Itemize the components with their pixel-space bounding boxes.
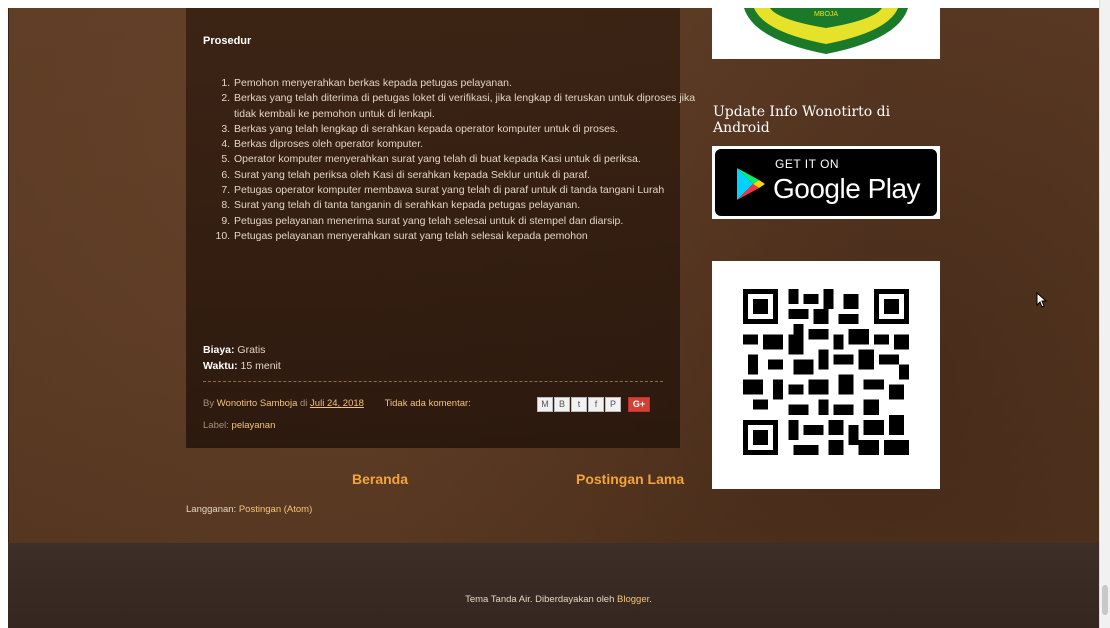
mouse-cursor-icon (1036, 292, 1048, 308)
list-item: Surat yang telah periksa oleh Kasi di se… (233, 168, 699, 183)
qr-code-widget (712, 261, 940, 489)
older-posts-link[interactable]: Postingan Lama (576, 471, 684, 487)
post-labels: Label: pelayanan (203, 420, 275, 431)
author-link[interactable]: Wonotirto Samboja (217, 398, 298, 409)
list-item: Berkas yang telah diterima di petugas lo… (233, 91, 699, 122)
home-link[interactable]: Beranda (352, 471, 408, 487)
label-link[interactable]: pelayanan (232, 420, 276, 431)
android-widget-title: Update Info Wonotirto di Android (713, 104, 891, 136)
play-store-icon (737, 168, 765, 200)
page-scrollbar[interactable] (1099, 0, 1110, 628)
post-date-link[interactable]: Juli 24, 2018 (310, 398, 364, 409)
blog-share-icon[interactable]: B (554, 397, 570, 412)
by-prefix: By (203, 398, 217, 409)
list-item: Petugas pelayanan menerima surat yang te… (233, 214, 699, 229)
list-item: Pemohon menyerahkan berkas kepada petuga… (233, 76, 699, 91)
atom-feed-link[interactable]: Postingan (Atom) (239, 504, 312, 515)
google-play-badge-inner: GET IT ON Google Play (715, 149, 937, 216)
google-play-badge[interactable]: GET IT ON Google Play (712, 146, 940, 219)
list-item: Operator komputer menyerahkan surat yang… (233, 152, 699, 167)
blogger-link[interactable]: Blogger (617, 594, 649, 605)
label-prefix: Label: (203, 420, 232, 431)
time-value: 15 menit (237, 360, 281, 372)
facebook-share-icon[interactable]: f (588, 397, 604, 412)
cost-label: Biaya: (203, 344, 235, 356)
procedure-list: Pemohon menyerahkan berkas kepada petuga… (203, 76, 699, 244)
footer-text: Tema Tanda Air. Diberdayakan oleh (465, 594, 618, 605)
footer-suffix: . (649, 594, 652, 605)
google-play-text: Google Play (773, 173, 921, 204)
comments-link[interactable]: Tidak ada komentar: (385, 398, 471, 409)
footer-attribution: Tema Tanda Air. Diberdayakan oleh Blogge… (0, 594, 1110, 605)
post-byline: By Wonotirto Samboja di Juli 24, 2018 Ti… (203, 398, 471, 409)
post-divider (203, 381, 663, 382)
pinterest-share-icon[interactable]: P (605, 397, 621, 412)
share-buttons: M B t f P G+ (537, 397, 650, 412)
subscribe-line: Langganan: Postingan (Atom) (186, 504, 312, 515)
cost-line: Biaya: Gratis (203, 344, 265, 356)
footer-band (8, 543, 1099, 628)
time-line: Waktu: 15 menit (203, 360, 281, 372)
list-item: Surat yang telah di tanta tanganin di se… (233, 198, 699, 213)
google-plus-button[interactable]: G+ (628, 397, 650, 412)
post-heading: Prosedur (203, 35, 252, 47)
time-label: Waktu: (203, 360, 238, 372)
list-item: Petugas pelayanan menyerahkan surat yang… (233, 229, 699, 244)
logo-text: MBOJA (814, 11, 838, 18)
di-text: di (297, 398, 311, 409)
logo-widget: MBOJA (712, 8, 940, 59)
emblem-logo: MBOJA (744, 8, 908, 54)
subscribe-prefix: Langganan: (186, 504, 239, 515)
email-share-icon[interactable]: M (537, 397, 553, 412)
list-item: Berkas yang telah lengkap di serahkan ke… (233, 122, 699, 137)
list-item: Petugas operator komputer membawa surat … (233, 183, 699, 198)
list-item: Berkas diproses oleh operator komputer. (233, 137, 699, 152)
get-it-on-text: GET IT ON (775, 157, 840, 171)
scrollbar-thumb[interactable] (1102, 585, 1108, 615)
cost-value: Gratis (234, 344, 266, 356)
qr-code-image (743, 289, 909, 455)
twitter-share-icon[interactable]: t (571, 397, 587, 412)
